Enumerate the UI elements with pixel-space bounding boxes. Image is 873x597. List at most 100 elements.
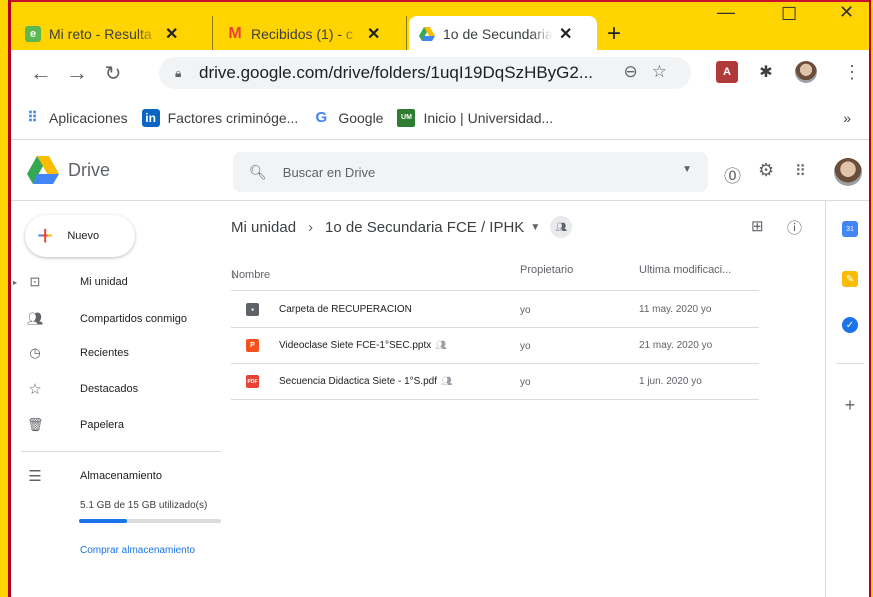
- close-tab-icon[interactable]: ✕: [559, 24, 572, 44]
- search-options-caret-icon[interactable]: ▼: [682, 164, 692, 175]
- new-button-label: Nuevo: [67, 230, 100, 242]
- storage-icon: ☰: [28, 468, 42, 485]
- tasks-icon[interactable]: ✓: [842, 317, 858, 333]
- university-icon: UM: [397, 108, 416, 127]
- breadcrumb-root[interactable]: Mi unidad: [231, 219, 296, 236]
- expand-arrow-icon[interactable]: ▸: [13, 278, 17, 287]
- sidebar-item-label: Recientes: [80, 347, 129, 359]
- browser-menu-icon[interactable]: ⋮: [841, 61, 863, 83]
- linkedin-icon: in: [141, 108, 160, 127]
- apps-grid-icon: ⠿: [27, 109, 37, 125]
- browser-window: e Mi reto - Resulta ✕ M Recibidos (1) - …: [8, 0, 871, 597]
- google-icon: G: [315, 109, 328, 126]
- calendar-icon[interactable]: 31: [842, 221, 858, 237]
- tab-label: Mi reto - Resulta: [49, 26, 152, 42]
- sidebar-item-shared[interactable]: 👥︎ Compartidos conmigo: [11, 307, 221, 331]
- drive-main: Mi unidad › 1o de Secundaria FCE / IPHK …: [223, 201, 825, 597]
- back-icon[interactable]: ←: [25, 60, 57, 86]
- address-bar[interactable]: 🔒︎ drive.google.com/drive/folders/1uqI19…: [159, 57, 691, 89]
- bookmark-google[interactable]: G Google: [312, 109, 383, 127]
- tab-label: Recibidos (1) - c: [251, 26, 353, 42]
- breadcrumb-current[interactable]: 1o de Secundaria FCE / IPHK: [325, 219, 524, 236]
- drive-logo[interactable]: Drive: [27, 156, 110, 184]
- acrobat-extension-icon[interactable]: A: [716, 61, 738, 83]
- file-modified: 11 may. 2020 yo: [639, 304, 712, 315]
- sidebar-item-label: Compartidos conmigo: [80, 313, 187, 325]
- sidebar-item-recent[interactable]: ◷ Recientes: [11, 341, 221, 365]
- bookmark-apps[interactable]: ⠿ Aplicaciones: [23, 109, 128, 127]
- info-icon[interactable]: ⓘ: [787, 217, 802, 238]
- account-avatar[interactable]: [834, 158, 862, 186]
- sidebar-item-starred[interactable]: ☆ Destacados: [11, 377, 221, 401]
- address-text: drive.google.com/drive/folders/1uqI19DqS…: [199, 63, 594, 82]
- maximize-icon[interactable]: ☐: [781, 4, 797, 25]
- my-drive-icon: ⊡: [29, 274, 41, 289]
- close-tab-icon[interactable]: ✕: [165, 24, 178, 44]
- clock-icon: ◷: [29, 345, 41, 360]
- keep-icon[interactable]: ✎: [842, 271, 858, 287]
- file-name: Carpeta de RECUPERACION: [279, 304, 412, 315]
- drive-search-bar[interactable]: 🔍︎ Buscar en Drive ▼: [233, 152, 708, 192]
- profile-avatar-icon[interactable]: [795, 61, 817, 83]
- sort-arrow-icon[interactable]: ↓: [231, 269, 237, 281]
- shared-folder-icon[interactable]: 👥︎: [550, 216, 573, 238]
- tab-mi-reto[interactable]: e Mi reto - Resulta ✕: [15, 16, 213, 52]
- forward-icon[interactable]: →: [61, 60, 93, 86]
- drive-header: Drive 🔍︎ Buscar en Drive ▼ ⓪ ⚙ ⠿: [11, 141, 869, 201]
- new-tab-button[interactable]: +: [607, 20, 621, 48]
- edmodo-icon: e: [25, 26, 41, 42]
- lock-icon: 🔒︎: [175, 65, 182, 80]
- search-icon[interactable]: 🔍︎: [249, 164, 267, 181]
- shared-people-icon: 👥︎: [435, 340, 447, 350]
- drive-logo-icon: [27, 156, 59, 184]
- sidebar-item-storage[interactable]: ☰ Almacenamiento: [11, 464, 221, 488]
- column-owner[interactable]: Propietario: [520, 264, 573, 276]
- tab-label: 1o de Secundaria: [443, 26, 553, 42]
- sidebar-item-label: Almacenamiento: [80, 470, 162, 482]
- chevron-right-icon: ›: [308, 218, 314, 236]
- reload-icon[interactable]: ↻: [97, 61, 129, 86]
- new-button[interactable]: + Nuevo: [25, 215, 135, 257]
- file-row[interactable]: ▪ Carpeta de RECUPERACION yo 11 may. 202…: [231, 292, 759, 328]
- extensions-puzzle-icon[interactable]: ✱: [755, 61, 777, 83]
- more-bookmarks-button[interactable]: »: [843, 110, 851, 126]
- drive-sidebar: + Nuevo ▸ ⊡ Mi unidad 👥︎ Compartidos con…: [11, 201, 223, 597]
- file-name-text: Secuencia Didactica Siete - 1°S.pdf: [279, 376, 437, 387]
- google-apps-icon[interactable]: ⠿: [795, 162, 806, 180]
- sidebar-divider: [21, 451, 221, 452]
- close-tab-icon[interactable]: ✕: [367, 24, 380, 44]
- help-icon[interactable]: ⓪: [724, 162, 741, 187]
- settings-gear-icon[interactable]: ⚙: [758, 160, 774, 181]
- bookmark-label: Aplicaciones: [49, 109, 128, 126]
- side-panel: 31 ✎ ✓ +: [825, 201, 869, 597]
- bookmark-factores[interactable]: in Factores criminóge...: [141, 108, 298, 127]
- column-modified[interactable]: Ultima modificaci...: [639, 264, 731, 276]
- file-modified: 21 may. 2020 yo: [639, 340, 713, 351]
- file-name: Videoclase Siete FCE-1°SEC.pptx 👥︎: [279, 340, 447, 351]
- file-name-text: Carpeta de RECUPERACION: [279, 304, 412, 315]
- star-icon: ☆: [28, 381, 42, 398]
- add-addon-icon[interactable]: +: [842, 395, 858, 415]
- buy-storage-link[interactable]: Comprar almacenamiento: [80, 545, 195, 556]
- sidebar-item-my-drive[interactable]: ▸ ⊡ Mi unidad: [11, 270, 221, 294]
- shared-icon: 👥︎: [27, 311, 44, 326]
- browser-toolbar: ← → ↻ 🔒︎ drive.google.com/drive/folders/…: [11, 50, 869, 96]
- sidebar-item-label: Destacados: [80, 383, 139, 395]
- zoom-bookmark-icons[interactable]: ⊖☆: [624, 62, 681, 82]
- file-name: Secuencia Didactica Siete - 1°S.pdf 👥︎: [279, 376, 452, 387]
- sidebar-item-trash[interactable]: 🗑︎ Papelera: [11, 413, 221, 437]
- bookmark-label: Google: [338, 109, 384, 126]
- file-row[interactable]: P Videoclase Siete FCE-1°SEC.pptx 👥︎ yo 2…: [231, 328, 759, 364]
- minimize-icon[interactable]: —: [717, 2, 735, 23]
- trash-icon: 🗑︎: [27, 417, 44, 432]
- close-window-icon[interactable]: ✕: [839, 2, 854, 23]
- tab-drive[interactable]: 1o de Secundaria ✕: [409, 16, 597, 52]
- folder-icon: ▪: [246, 303, 259, 316]
- file-owner: yo: [520, 341, 531, 352]
- tab-strip: e Mi reto - Resulta ✕ M Recibidos (1) - …: [11, 0, 869, 52]
- file-row[interactable]: PDF Secuencia Didactica Siete - 1°S.pdf 👥…: [231, 364, 759, 400]
- grid-view-icon[interactable]: ⊞: [751, 217, 764, 235]
- chevron-down-icon[interactable]: ▼: [530, 222, 540, 233]
- bookmark-universidad[interactable]: UM Inicio | Universidad...: [397, 108, 553, 127]
- tab-gmail[interactable]: M Recibidos (1) - c ✕: [217, 16, 407, 52]
